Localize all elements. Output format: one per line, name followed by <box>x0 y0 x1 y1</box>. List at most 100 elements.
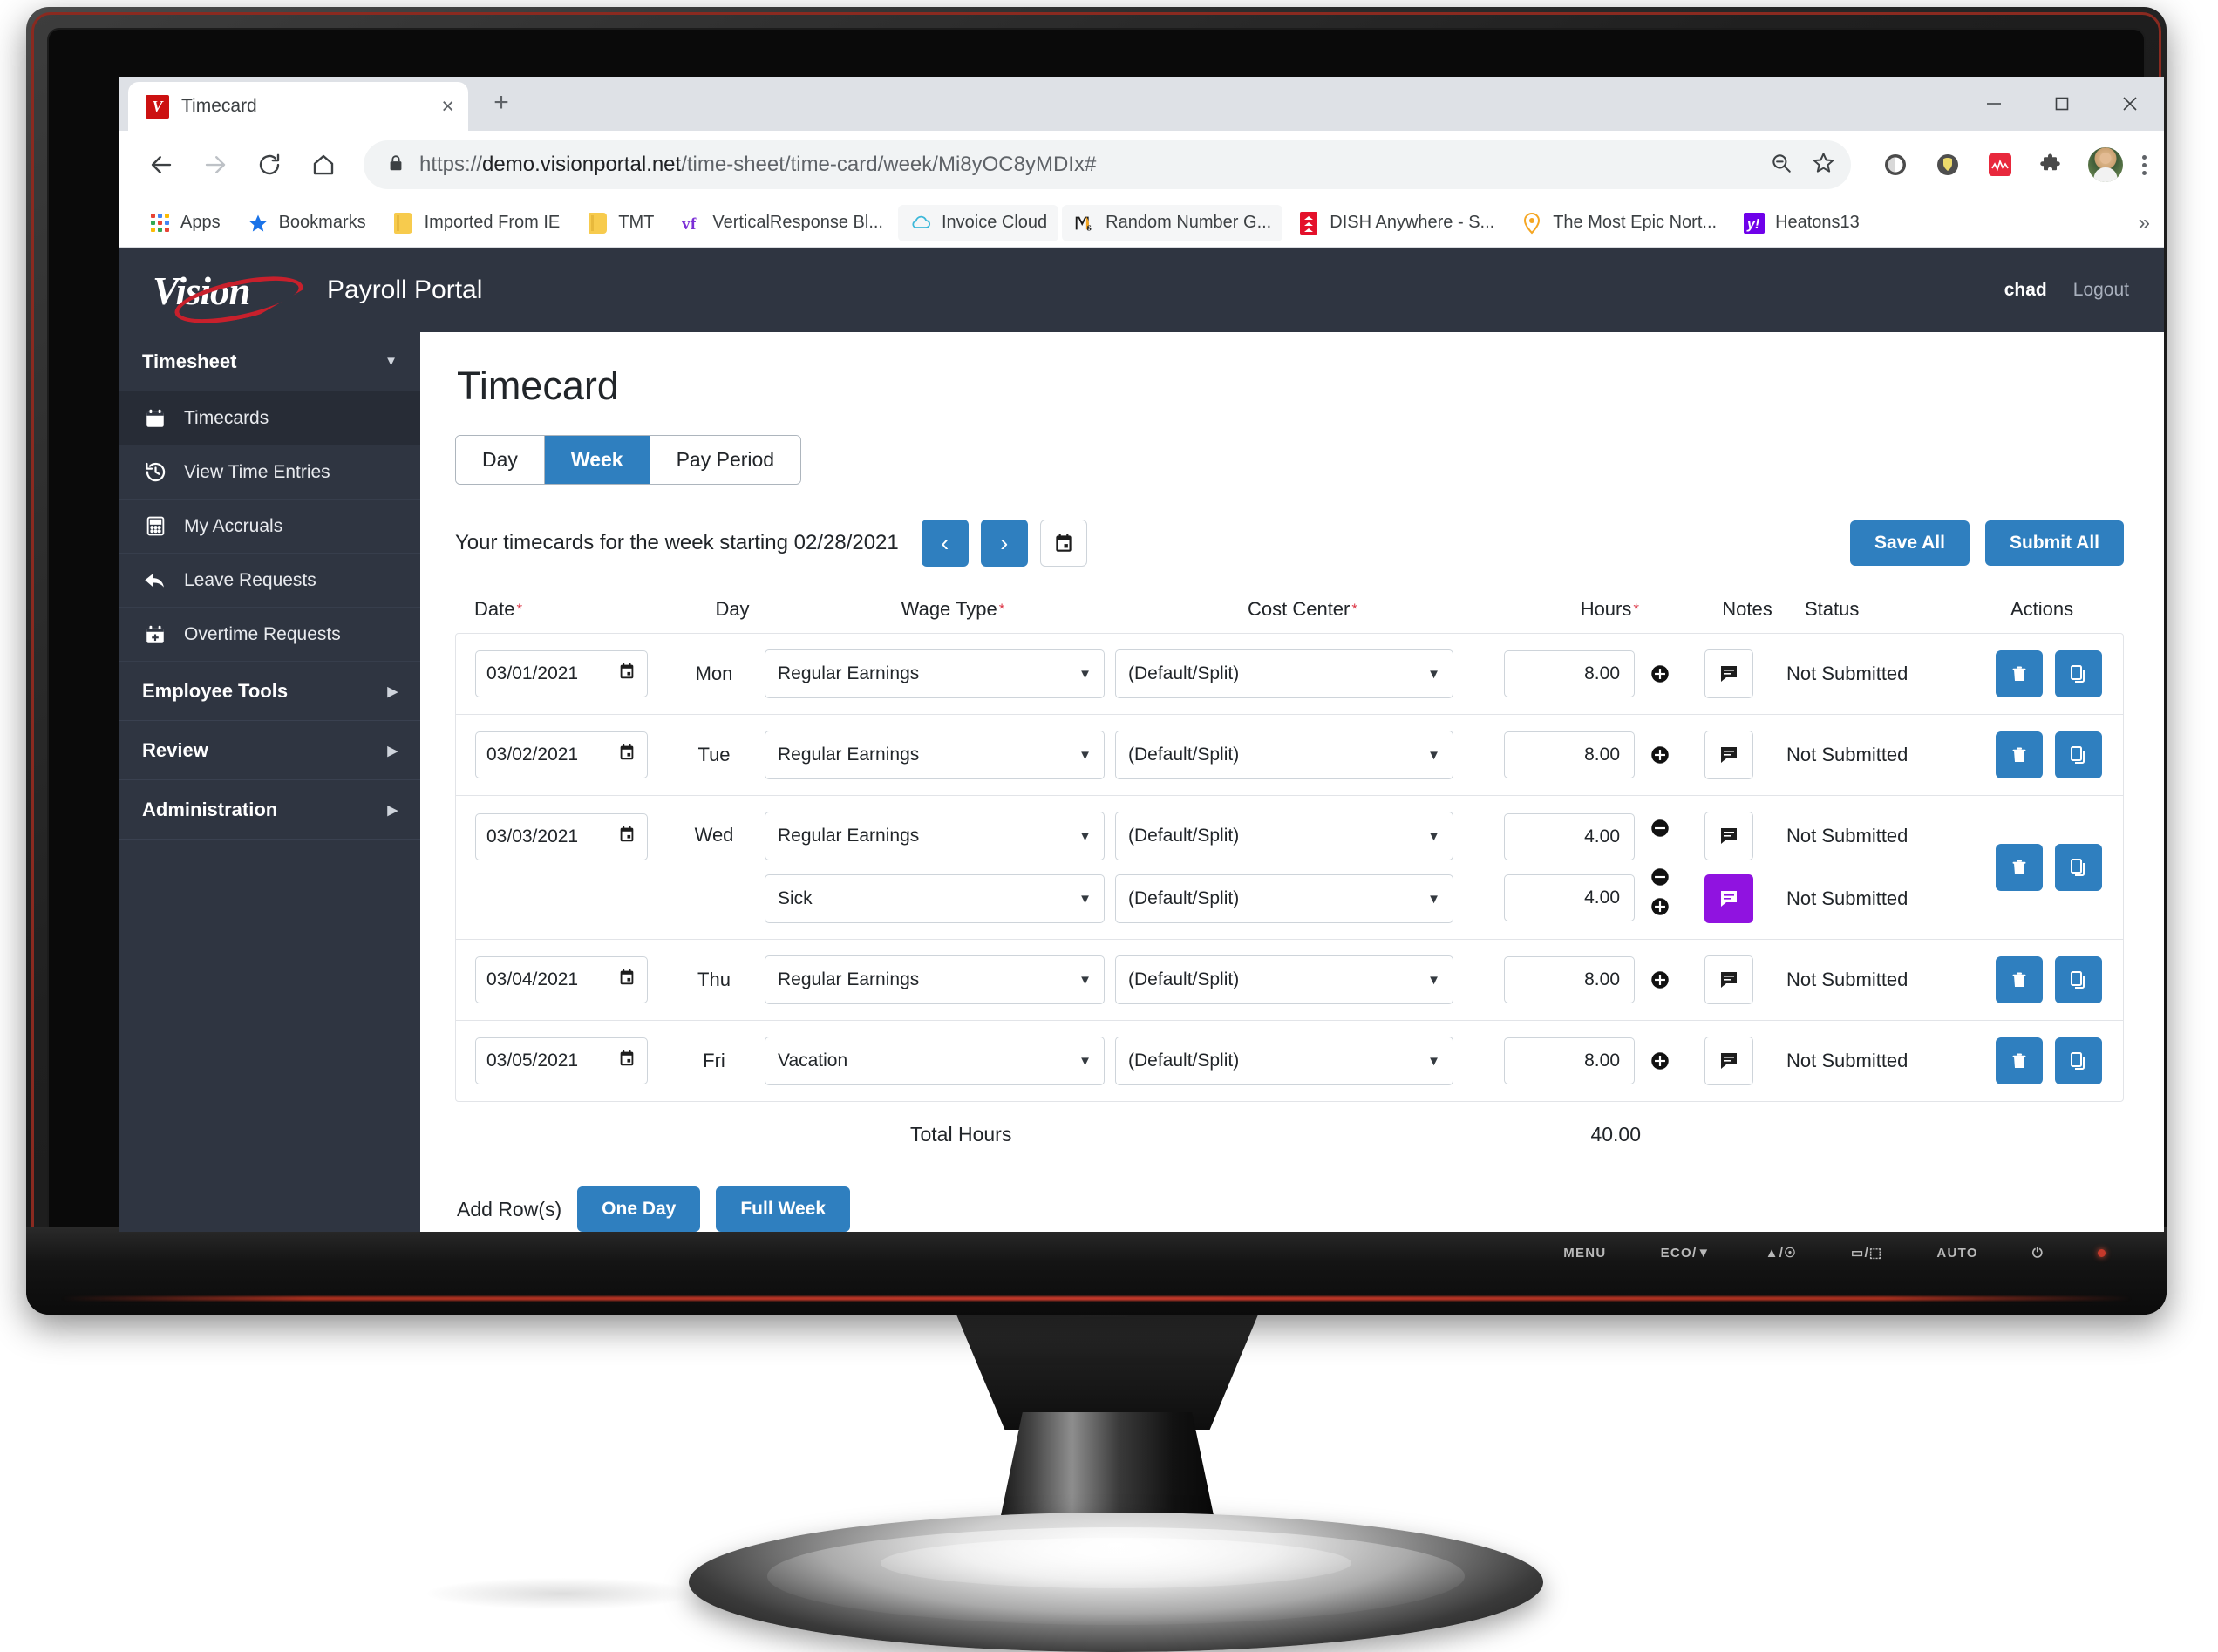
hours-input[interactable]: 8.00 <box>1504 1037 1635 1084</box>
bookmark-heatons13[interactable]: y! Heatons13 <box>1732 205 1871 241</box>
copy-icon[interactable] <box>2055 844 2102 891</box>
zoom-out-icon[interactable] <box>1770 152 1793 179</box>
back-arrow-icon[interactable] <box>137 140 186 189</box>
sidebar-item-leave-requests[interactable]: Leave Requests <box>119 554 420 608</box>
address-bar[interactable]: https://demo.visionportal.net/time-sheet… <box>364 140 1851 189</box>
bookmark-imported-from-ie[interactable]: Imported From IE <box>381 205 572 241</box>
osd-source-button[interactable]: ▭/⬚ <box>1851 1245 1882 1261</box>
bookmark-random-number-generator[interactable]: s Random Number G... <box>1062 205 1282 241</box>
copy-icon[interactable] <box>2055 731 2102 778</box>
bookmark-most-epic-north[interactable]: The Most Epic Nort... <box>1509 205 1728 241</box>
minus-icon[interactable] <box>1647 864 1673 890</box>
logout-link[interactable]: Logout <box>2073 280 2129 301</box>
submit-all-button[interactable]: Submit All <box>1985 520 2124 566</box>
reload-icon[interactable] <box>245 140 294 189</box>
wage-type-select[interactable]: Sick▼ <box>765 874 1105 923</box>
date-input[interactable]: 03/05/2021 <box>475 1037 648 1084</box>
bookmark-bookmarks[interactable]: Bookmarks <box>235 205 378 241</box>
circle-extension-icon[interactable] <box>1879 148 1912 181</box>
osd-power-button[interactable]: ⏻ <box>2032 1246 2044 1261</box>
calendar-icon[interactable] <box>617 662 636 686</box>
bookmark-tmt[interactable]: TMT <box>575 205 665 241</box>
calendar-icon[interactable] <box>617 968 636 992</box>
browser-tab[interactable]: V Timecard × <box>128 82 468 131</box>
star-icon[interactable] <box>1812 151 1835 179</box>
sidebar-item-overtime-requests[interactable]: Overtime Requests <box>119 608 420 662</box>
delete-icon[interactable] <box>1996 844 2043 891</box>
cost-center-select[interactable]: (Default/Split)▼ <box>1115 874 1453 923</box>
wage-type-select[interactable]: Regular Earnings▼ <box>765 649 1105 698</box>
shield-extension-icon[interactable] <box>1931 148 1964 181</box>
close-window-icon[interactable] <box>2096 77 2164 131</box>
sidebar-item-timecards[interactable]: Timecards <box>119 391 420 445</box>
bookmark-invoice-cloud[interactable]: Invoice Cloud <box>898 205 1058 241</box>
copy-icon[interactable] <box>2055 956 2102 1003</box>
sidebar-group-administration[interactable]: Administration ▶ <box>119 780 420 840</box>
hours-input[interactable]: 4.00 <box>1504 813 1635 860</box>
tab-day[interactable]: Day <box>456 436 545 484</box>
osd-brightness-button[interactable]: ▲/☉ <box>1766 1245 1797 1261</box>
new-tab-button[interactable]: + <box>484 85 519 120</box>
calendar-icon[interactable] <box>617 825 636 849</box>
wage-type-select[interactable]: Regular Earnings▼ <box>765 731 1105 779</box>
add-one-day-button[interactable]: One Day <box>577 1186 700 1232</box>
cost-center-select[interactable]: (Default/Split)▼ <box>1115 812 1453 860</box>
calendar-icon[interactable] <box>617 743 636 767</box>
osd-auto-button[interactable]: AUTO <box>1936 1246 1977 1261</box>
minus-icon[interactable] <box>1647 815 1673 841</box>
three-dot-menu-icon[interactable] <box>2142 155 2147 175</box>
delete-icon[interactable] <box>1996 1037 2043 1084</box>
sidebar-item-my-accruals[interactable]: My Accruals <box>119 500 420 554</box>
bookmark-verticalresponse[interactable]: vf VerticalResponse Bl... <box>669 205 895 241</box>
home-icon[interactable] <box>299 140 348 189</box>
cost-center-select[interactable]: (Default/Split)▼ <box>1115 955 1453 1004</box>
bookmark-dish-anywhere[interactable]: DISH Anywhere - S... <box>1286 205 1506 241</box>
sidebar-group-employee-tools[interactable]: Employee Tools ▶ <box>119 662 420 721</box>
sidebar-group-review[interactable]: Review ▶ <box>119 721 420 780</box>
osd-menu-button[interactable]: MENU <box>1563 1246 1606 1261</box>
bookmarks-overflow-icon[interactable]: » <box>2139 211 2150 235</box>
chevron-right-icon[interactable]: › <box>981 520 1028 567</box>
calendar-icon[interactable] <box>617 1049 636 1073</box>
profile-avatar[interactable] <box>2088 147 2123 182</box>
minimize-icon[interactable] <box>1960 77 2028 131</box>
puzzle-extensions-icon[interactable] <box>2036 148 2069 181</box>
note-button[interactable] <box>1704 1037 1753 1085</box>
plus-icon[interactable] <box>1647 894 1673 920</box>
close-icon[interactable]: × <box>441 96 454 118</box>
add-full-week-button[interactable]: Full Week <box>716 1186 850 1232</box>
date-input[interactable]: 03/02/2021 <box>475 731 648 778</box>
date-input[interactable]: 03/03/2021 <box>475 813 648 860</box>
wage-type-select[interactable]: Vacation▼ <box>765 1037 1105 1085</box>
delete-icon[interactable] <box>1996 956 2043 1003</box>
note-button[interactable] <box>1704 955 1753 1004</box>
hours-input[interactable]: 8.00 <box>1504 650 1635 697</box>
calendar-picker-icon[interactable] <box>1040 520 1087 567</box>
plus-icon[interactable] <box>1647 967 1673 993</box>
bookmark-apps[interactable]: Apps <box>137 205 232 241</box>
copy-icon[interactable] <box>2055 1037 2102 1084</box>
maximize-icon[interactable] <box>2028 77 2096 131</box>
save-all-button[interactable]: Save All <box>1850 520 1970 566</box>
hours-input[interactable]: 8.00 <box>1504 731 1635 778</box>
plus-icon[interactable] <box>1647 1048 1673 1074</box>
copy-icon[interactable] <box>2055 650 2102 697</box>
cost-center-select[interactable]: (Default/Split)▼ <box>1115 1037 1453 1085</box>
wage-type-select[interactable]: Regular Earnings▼ <box>765 812 1105 860</box>
cost-center-select[interactable]: (Default/Split)▼ <box>1115 649 1453 698</box>
date-input[interactable]: 03/01/2021 <box>475 650 648 697</box>
plus-icon[interactable] <box>1647 661 1673 687</box>
hours-input[interactable]: 4.00 <box>1504 874 1635 921</box>
hours-input[interactable]: 8.00 <box>1504 956 1635 1003</box>
tab-pay-period[interactable]: Pay Period <box>650 436 801 484</box>
delete-icon[interactable] <box>1996 650 2043 697</box>
red-chart-extension-icon[interactable] <box>1983 148 2017 181</box>
wage-type-select[interactable]: Regular Earnings▼ <box>765 955 1105 1004</box>
note-button[interactable] <box>1704 731 1753 779</box>
cost-center-select[interactable]: (Default/Split)▼ <box>1115 731 1453 779</box>
chevron-left-icon[interactable]: ‹ <box>922 520 969 567</box>
delete-icon[interactable] <box>1996 731 2043 778</box>
date-input[interactable]: 03/04/2021 <box>475 956 648 1003</box>
note-button[interactable] <box>1704 812 1753 860</box>
forward-arrow-icon[interactable] <box>191 140 240 189</box>
